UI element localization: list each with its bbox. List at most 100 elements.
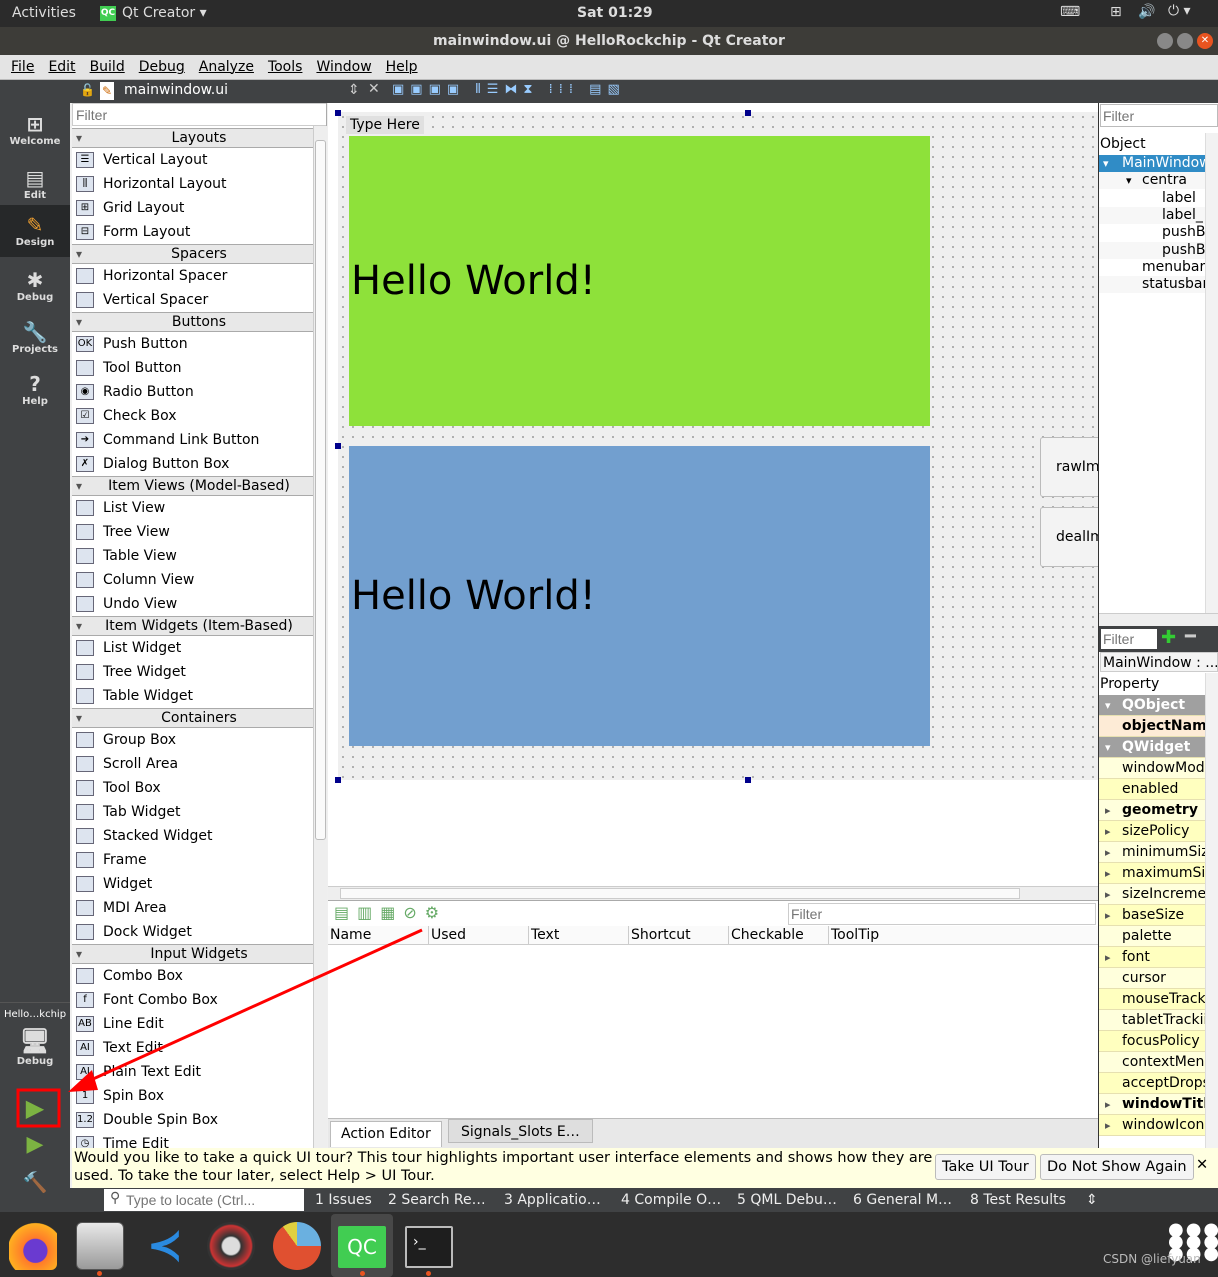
add-property-icon[interactable]: ✚: [1161, 627, 1176, 648]
expand-arrow-icon[interactable]: ▸: [1105, 800, 1111, 820]
column-checkable[interactable]: Checkable: [728, 926, 804, 945]
widget-item[interactable]: ⊟ Form Layout: [72, 220, 326, 244]
category-header[interactable]: Layouts: [72, 128, 326, 148]
object-tree-item[interactable]: ▾ centra: [1099, 172, 1205, 190]
property-group[interactable]: ▾ QObject: [1099, 695, 1205, 716]
run-button[interactable]: ▶: [0, 1094, 70, 1122]
property-group[interactable]: ▾ QWidget: [1099, 737, 1205, 758]
widget-filter-input[interactable]: [72, 103, 326, 126]
object-tree-vscrollbar[interactable]: [1205, 133, 1218, 613]
object-tree-item[interactable]: statusbar: [1099, 276, 1205, 294]
build-hammer-button[interactable]: 🔨: [0, 1170, 70, 1194]
selection-handle[interactable]: [745, 110, 751, 116]
hello-label-1[interactable]: Hello World!: [349, 136, 930, 426]
main-window-form[interactable]: Type Here Hello World! Hello World! rawI…: [335, 110, 1110, 783]
expand-arrow-icon[interactable]: ▸: [1105, 863, 1111, 883]
volume-icon[interactable]: 🔊: [1138, 4, 1155, 20]
widget-item[interactable]: Dock Widget: [72, 920, 326, 944]
expand-arrow-icon[interactable]: ▸: [1105, 947, 1111, 967]
scrollbar-thumb[interactable]: [340, 888, 1020, 899]
property-row[interactable]: ▸ geometry: [1099, 800, 1205, 821]
terminal-icon[interactable]: ›_: [405, 1226, 453, 1268]
menu-debug[interactable]: Debug: [132, 55, 192, 80]
mode-projects[interactable]: 🔧 Projects: [0, 320, 70, 355]
column-shortcut[interactable]: Shortcut: [628, 926, 691, 945]
power-icon[interactable]: ⏻ ▾: [1168, 3, 1191, 19]
expand-arrow-icon[interactable]: ▸: [1105, 821, 1111, 841]
tab-signals-slots[interactable]: Signals_Slots E…: [448, 1119, 593, 1143]
do-not-show-again-button[interactable]: Do Not Show Again: [1040, 1154, 1194, 1180]
qt-creator-dock-icon[interactable]: QC: [338, 1226, 386, 1268]
menubar-type-here[interactable]: Type Here: [346, 116, 424, 134]
remove-property-icon[interactable]: ━: [1185, 626, 1196, 647]
document-switch-icon[interactable]: ⇕: [348, 82, 360, 98]
widget-item[interactable]: Vertical Spacer: [72, 288, 326, 312]
widget-item[interactable]: Table Widget: [72, 684, 326, 708]
column-tooltip[interactable]: ToolTip: [828, 926, 879, 945]
menu-help[interactable]: Help: [379, 55, 425, 80]
expand-arrow-icon[interactable]: ▸: [1105, 1115, 1111, 1135]
property-row[interactable]: mouseTrack: [1099, 989, 1205, 1010]
category-header[interactable]: Buttons: [72, 312, 326, 332]
widget-item[interactable]: MDI Area: [72, 896, 326, 920]
widget-item[interactable]: List View: [72, 496, 326, 520]
object-filter-input[interactable]: [1100, 104, 1218, 127]
property-row[interactable]: cursor: [1099, 968, 1205, 989]
object-tree-hscrollbar[interactable]: [1099, 613, 1218, 626]
close-document-icon[interactable]: ✕: [368, 81, 380, 97]
minimize-button[interactable]: [1157, 33, 1173, 49]
widget-item[interactable]: Table View: [72, 544, 326, 568]
object-tree-item[interactable]: pushB: [1099, 224, 1205, 241]
widget-item[interactable]: Combo Box: [72, 964, 326, 988]
widget-item[interactable]: 1 Spin Box: [72, 1084, 326, 1108]
scrollbar-thumb[interactable]: [315, 140, 326, 840]
selection-handle[interactable]: [335, 110, 341, 116]
property-row[interactable]: palette: [1099, 926, 1205, 947]
expand-arrow-icon[interactable]: ▾: [1103, 155, 1109, 172]
widget-item[interactable]: ◷ Time Edit: [72, 1132, 326, 1148]
widget-item[interactable]: Scroll Area: [72, 752, 326, 776]
action-toolbar-icons[interactable]: ▤▥▦⊘⚙: [334, 903, 447, 922]
property-row[interactable]: enabled: [1099, 779, 1205, 800]
property-row[interactable]: ▸ windowIcon: [1099, 1115, 1205, 1136]
locator-input[interactable]: [104, 1189, 304, 1211]
clock[interactable]: Sat 01:29: [577, 5, 653, 21]
column-text[interactable]: Text: [528, 926, 559, 945]
menu-build[interactable]: Build: [83, 55, 132, 80]
widget-item[interactable]: ⫼ Horizontal Layout: [72, 172, 326, 196]
widget-box-scrollbar[interactable]: [313, 126, 327, 1148]
widget-item[interactable]: Stacked Widget: [72, 824, 326, 848]
more-tabs-icon[interactable]: ⇕: [1086, 1188, 1098, 1212]
widget-item[interactable]: f Font Combo Box: [72, 988, 326, 1012]
target-project[interactable]: Hello…kchip: [0, 1002, 70, 1020]
property-row[interactable]: ▸ minimumSiz: [1099, 842, 1205, 863]
take-ui-tour-button[interactable]: Take UI Tour: [935, 1154, 1036, 1180]
output-tab-qml-debugger[interactable]: 5 QML Debu…: [737, 1188, 837, 1212]
collapse-arrow-icon[interactable]: ▾: [1105, 737, 1111, 757]
maximize-button[interactable]: [1177, 33, 1193, 49]
mode-help[interactable]: ? Help: [0, 372, 70, 407]
widget-item[interactable]: Tree Widget: [72, 660, 326, 684]
widget-item[interactable]: Frame: [72, 848, 326, 872]
selection-handle[interactable]: [335, 777, 341, 783]
widget-item[interactable]: 1.2 Double Spin Box: [72, 1108, 326, 1132]
mode-welcome[interactable]: ⊞ Welcome: [0, 112, 70, 147]
widget-item[interactable]: AI Text Edit: [72, 1036, 326, 1060]
firefox-icon[interactable]: [9, 1222, 57, 1270]
files-icon[interactable]: [76, 1222, 124, 1270]
open-document-name[interactable]: mainwindow.ui: [124, 82, 228, 98]
expand-arrow-icon[interactable]: ▸: [1105, 905, 1111, 925]
widget-item[interactable]: ◉ Radio Button: [72, 380, 326, 404]
menu-tools[interactable]: Tools: [261, 55, 310, 80]
widget-item[interactable]: ☑ Check Box: [72, 404, 326, 428]
selection-handle[interactable]: [335, 443, 341, 449]
widget-item[interactable]: ⊞ Grid Layout: [72, 196, 326, 220]
object-tree-item[interactable]: label_: [1099, 206, 1205, 224]
expand-arrow-icon[interactable]: ▸: [1105, 842, 1111, 862]
widget-item[interactable]: AI Plain Text Edit: [72, 1060, 326, 1084]
menu-window[interactable]: Window: [309, 55, 378, 80]
tab-action-editor[interactable]: Action Editor: [330, 1121, 442, 1147]
widget-item[interactable]: Tree View: [72, 520, 326, 544]
output-tab-compile-output[interactable]: 4 Compile O…: [621, 1188, 721, 1212]
vscode-icon[interactable]: ≺: [141, 1222, 189, 1270]
